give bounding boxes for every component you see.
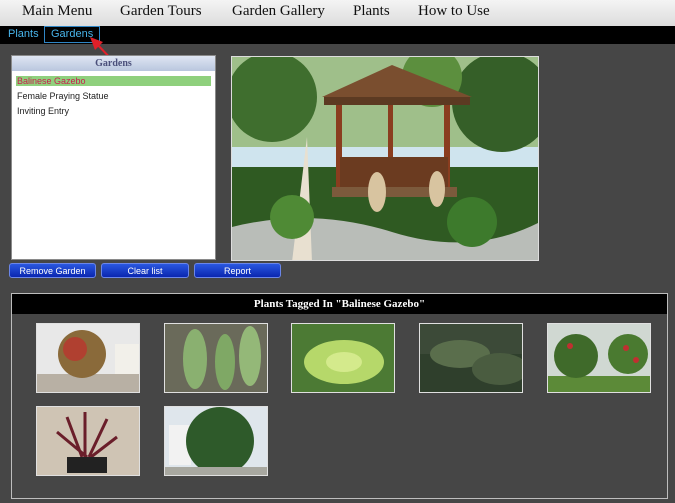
- report-button[interactable]: Report: [194, 263, 281, 278]
- garden-list-item-inviting-entry[interactable]: Inviting Entry: [16, 106, 211, 116]
- tagged-plants-panel: Plants Tagged In "Balinese Gazebo": [11, 293, 668, 499]
- plant-thumbnail[interactable]: [36, 323, 140, 393]
- menu-how-to-use[interactable]: How to Use: [418, 3, 490, 20]
- garden-photo: [231, 56, 539, 261]
- plant-thumbnail[interactable]: [164, 323, 268, 393]
- plant-thumbnail[interactable]: [36, 406, 140, 476]
- gardens-list-header: Gardens: [12, 56, 215, 71]
- menu-plants[interactable]: Plants: [353, 3, 390, 20]
- menu-main-menu[interactable]: Main Menu: [22, 3, 92, 20]
- tab-plants[interactable]: Plants: [2, 27, 45, 42]
- clear-list-button[interactable]: Clear list: [101, 263, 189, 278]
- garden-list-item-balinese-gazebo[interactable]: Balinese Gazebo: [16, 76, 211, 86]
- plant-thumbnail[interactable]: [547, 323, 651, 393]
- tagged-plants-header: Plants Tagged In "Balinese Gazebo": [12, 294, 667, 314]
- plant-thumbnail[interactable]: [164, 406, 268, 476]
- plant-thumbnail[interactable]: [291, 323, 395, 393]
- plant-thumbnail[interactable]: [419, 323, 523, 393]
- menu-garden-tours[interactable]: Garden Tours: [120, 3, 202, 20]
- remove-garden-button[interactable]: Remove Garden: [9, 263, 96, 278]
- main-menu-bar: Main Menu Garden Tours Garden Gallery Pl…: [0, 0, 675, 27]
- gardens-list-panel: Gardens Balinese Gazebo Female Praying S…: [11, 55, 216, 260]
- garden-list-item-female-praying-statue[interactable]: Female Praying Statue: [16, 91, 211, 101]
- menu-garden-gallery[interactable]: Garden Gallery: [232, 3, 325, 20]
